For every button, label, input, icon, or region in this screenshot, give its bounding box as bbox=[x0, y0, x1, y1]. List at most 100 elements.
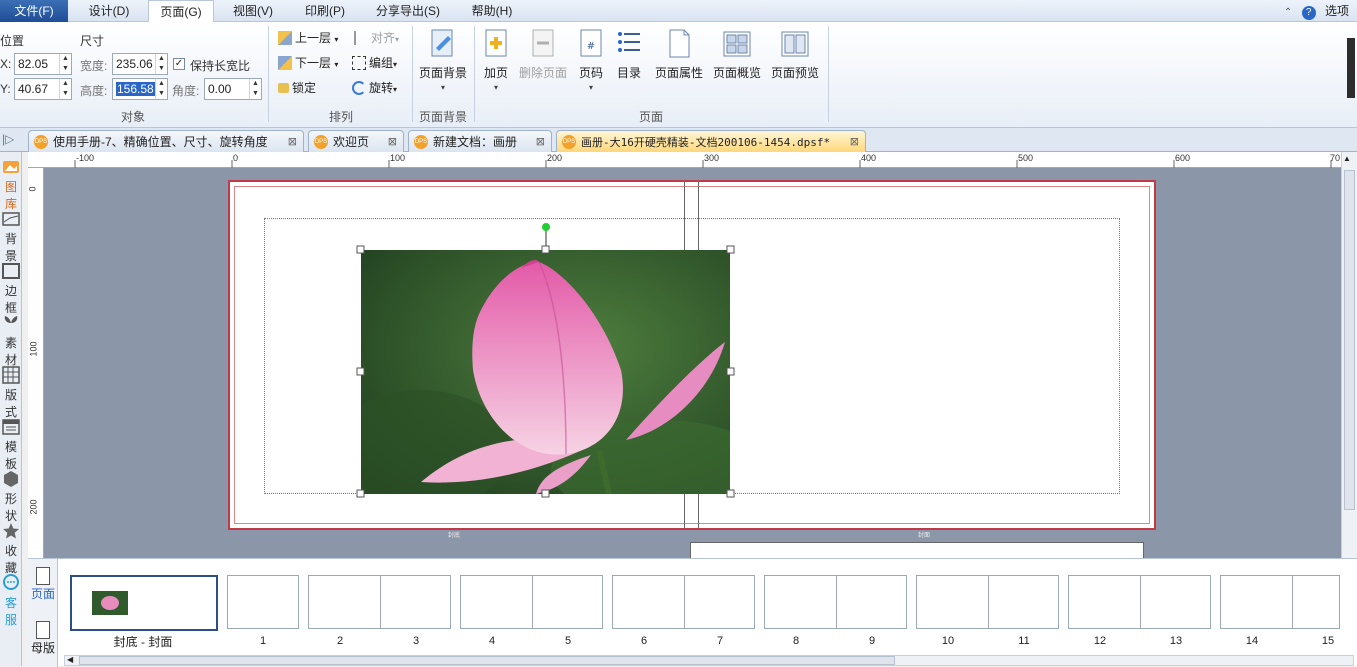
sidebar-label: 背景 bbox=[4, 232, 17, 263]
y-spin-arrows[interactable]: ▲ ▼ bbox=[59, 79, 71, 99]
ribbon: 位置 X: 82.05 ▲ ▼ Y: 40.67 ▲ ▼ 尺寸 宽度: 235.06… bbox=[0, 22, 1357, 128]
separator bbox=[474, 26, 475, 122]
page-number: 14 bbox=[1245, 635, 1259, 647]
sidebar-item-background[interactable]: 背景 bbox=[0, 210, 22, 264]
shape-icon bbox=[2, 470, 20, 488]
delete-page-icon bbox=[528, 28, 558, 60]
width-input[interactable]: 235.06 ▲ ▼ bbox=[112, 53, 168, 75]
toc-button[interactable]: 目录 bbox=[612, 28, 646, 81]
options-button[interactable]: 选项 bbox=[1325, 4, 1349, 18]
tab-welcome[interactable]: DPS 欢迎页 ⊠ bbox=[308, 130, 404, 152]
thumb-spread[interactable] bbox=[916, 575, 1059, 629]
thumb-spread[interactable] bbox=[764, 575, 907, 629]
menu-print[interactable]: 印刷(P) bbox=[294, 0, 356, 22]
help-icon[interactable]: ? bbox=[1301, 6, 1316, 20]
keep-ratio-checkbox[interactable]: ✓ bbox=[173, 58, 185, 70]
sidebar-item-material[interactable]: 素材 bbox=[0, 314, 22, 368]
sidebar-item-template[interactable]: 模板 bbox=[0, 418, 22, 472]
y-position-input[interactable]: 40.67 ▲ ▼ bbox=[14, 78, 72, 100]
height-input[interactable]: 156.58 ▲ ▼ bbox=[112, 78, 168, 100]
sidebar-item-gallery[interactable]: 图库 bbox=[0, 158, 22, 212]
tab-close-icon[interactable]: ⊠ bbox=[388, 131, 397, 153]
lock-button[interactable]: 锁定 bbox=[278, 78, 316, 98]
page-number: 8 bbox=[792, 635, 800, 647]
lock-icon bbox=[278, 82, 289, 93]
tab-close-icon[interactable]: ⊠ bbox=[536, 131, 545, 153]
lock-label: 锁定 bbox=[292, 81, 317, 95]
thumb-spread[interactable] bbox=[460, 575, 603, 629]
sidebar-item-layout[interactable]: 版式 bbox=[0, 366, 22, 420]
scroll-thumb[interactable] bbox=[79, 656, 895, 665]
tab-user-manual[interactable]: DPS 使用手册-7、精确位置、尺寸、旋转角度 ⊠ bbox=[28, 130, 304, 152]
design-canvas[interactable]: 封底 封面 bbox=[44, 168, 1341, 558]
master-tab[interactable]: 母版 bbox=[30, 621, 56, 656]
delete-page-button[interactable]: 删除页面 bbox=[516, 28, 570, 81]
sidebar-label: 收藏 bbox=[4, 544, 17, 575]
tab-close-icon[interactable]: ⊠ bbox=[288, 131, 297, 153]
group-button[interactable]: 编组▾ bbox=[352, 53, 397, 73]
page-number-button[interactable]: # 页码 ▾ bbox=[574, 28, 608, 92]
width-spin-arrows[interactable]: ▲ ▼ bbox=[155, 54, 167, 74]
bring-forward-button[interactable]: 上一层 ▾ bbox=[278, 28, 338, 48]
thumb-cover[interactable] bbox=[70, 575, 218, 631]
scroll-left-icon[interactable]: ◀ bbox=[67, 655, 73, 664]
sidebar-label: 客服 bbox=[4, 596, 17, 627]
sidebar-item-support[interactable]: 客服 bbox=[0, 574, 22, 628]
sidebar-label: 图库 bbox=[4, 180, 17, 211]
page-overview-button[interactable]: 页面概览 bbox=[710, 28, 764, 81]
height-label: 高度: bbox=[80, 84, 108, 98]
send-backward-button[interactable]: 下一层 ▾ bbox=[278, 53, 338, 73]
angle-input[interactable]: 0.00 ▲ ▼ bbox=[204, 78, 262, 100]
tab-new-album[interactable]: DPS 新建文档：画册 ⊠ bbox=[408, 130, 552, 152]
thumb-spread[interactable] bbox=[308, 575, 451, 629]
horizontal-scrollbar[interactable]: ◀ bbox=[64, 655, 1354, 666]
page-number: 13 bbox=[1169, 635, 1183, 647]
add-page-label: 加页 bbox=[483, 66, 508, 80]
ruler-tick: 200 bbox=[28, 499, 39, 515]
ruler-marks bbox=[74, 160, 1332, 168]
x-position-input[interactable]: 82.05 ▲ ▼ bbox=[14, 53, 72, 75]
page-properties-button[interactable]: 页面属性 bbox=[652, 28, 706, 81]
tab-close-icon[interactable]: ⊠ bbox=[850, 131, 859, 153]
width-value: 235.06 bbox=[116, 57, 153, 71]
pages-tab[interactable]: 页面 bbox=[30, 567, 56, 602]
menu-design[interactable]: 设计(D) bbox=[78, 0, 140, 22]
scroll-thumb[interactable] bbox=[1344, 170, 1355, 510]
expand-panel-icon[interactable]: |▷ bbox=[2, 132, 14, 146]
thumb-spread[interactable] bbox=[612, 575, 755, 629]
send-backward-label: 下一层 bbox=[295, 56, 332, 70]
page-preview-button[interactable]: 页面预览 bbox=[768, 28, 822, 81]
add-page-button[interactable]: 加页 ▾ bbox=[478, 28, 514, 92]
thumb-page[interactable] bbox=[227, 575, 299, 629]
rotate-button[interactable]: 旋转▾ bbox=[352, 78, 397, 98]
sidebar-item-border[interactable]: 边框 bbox=[0, 262, 22, 316]
page-background-button[interactable]: 页面背景 ▾ bbox=[416, 28, 470, 92]
align-button[interactable]: 对齐▾ bbox=[354, 28, 399, 48]
tab-album-hardcover[interactable]: DPS 画册-大16开硬壳精装-文档200106-1454.dpsf* ⊠ bbox=[556, 130, 866, 152]
menu-help[interactable]: 帮助(H) bbox=[460, 0, 524, 22]
angle-value: 0.00 bbox=[208, 82, 232, 96]
sidebar-label: 形状 bbox=[4, 492, 17, 523]
page-number: 6 bbox=[640, 635, 648, 647]
angle-spin-arrows[interactable]: ▲ ▼ bbox=[249, 79, 261, 99]
thumb-spread[interactable] bbox=[1220, 575, 1340, 629]
star-icon bbox=[2, 522, 20, 540]
sidebar-item-shape[interactable]: 形状 bbox=[0, 470, 22, 524]
x-position-value: 82.05 bbox=[18, 57, 49, 71]
scroll-up-icon[interactable]: ▲ bbox=[1343, 154, 1351, 163]
menu-page[interactable]: 页面(G) bbox=[148, 0, 214, 23]
vertical-scrollbar[interactable]: ▲ bbox=[1341, 152, 1357, 558]
menu-view[interactable]: 视图(V) bbox=[222, 0, 284, 22]
height-spin-arrows[interactable]: ▲ ▼ bbox=[155, 79, 167, 99]
angle-label: 角度: bbox=[172, 84, 200, 98]
thumb-spread[interactable] bbox=[1068, 575, 1211, 629]
sidebar-label: 版式 bbox=[4, 388, 17, 419]
separator bbox=[412, 26, 413, 122]
collapse-ribbon-icon[interactable]: ⌃ bbox=[1284, 7, 1292, 18]
menu-share-export[interactable]: 分享导出(S) bbox=[366, 0, 450, 22]
album-spread[interactable] bbox=[228, 180, 1156, 530]
sidebar-item-favorites[interactable]: 收藏 bbox=[0, 522, 22, 576]
menu-file[interactable]: 文件(F) bbox=[0, 0, 68, 22]
x-spin-arrows[interactable]: ▲ ▼ bbox=[59, 54, 71, 74]
selection-handles[interactable] bbox=[350, 218, 742, 508]
